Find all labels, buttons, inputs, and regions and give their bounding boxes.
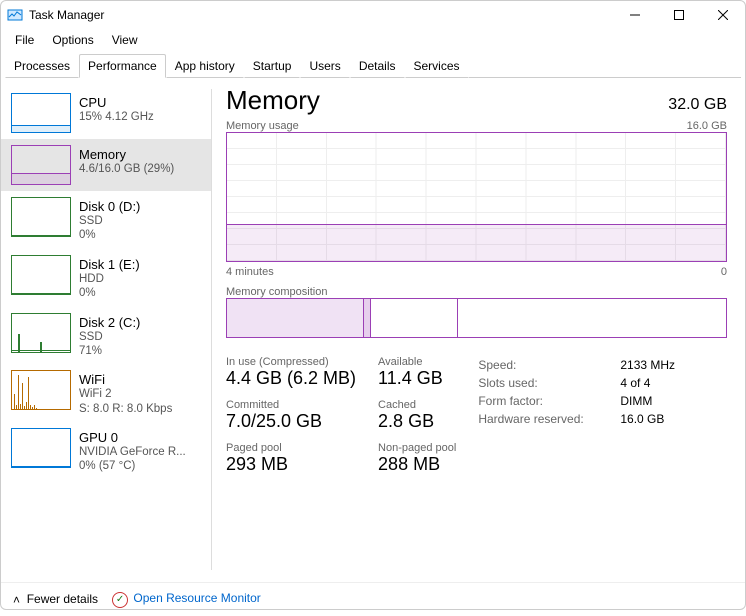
titlebar: Task Manager	[1, 1, 745, 29]
hw-key: Hardware reserved:	[478, 410, 596, 428]
sidebar-item-wifi[interactable]: WiFi WiFi 2 S: 8.0 R: 8.0 Kbps	[1, 364, 211, 422]
tab-apphistory[interactable]: App history	[166, 54, 244, 78]
sidebar-item-gpu[interactable]: GPU 0 NVIDIA GeForce R... 0% (57 °C)	[1, 422, 211, 480]
tab-startup[interactable]: Startup	[244, 54, 301, 78]
memory-usage-chart[interactable]	[226, 132, 727, 262]
fewer-details-button[interactable]: ˄ Fewer details	[13, 592, 98, 606]
memory-thumb	[11, 145, 71, 185]
form-val: DIMM	[620, 392, 652, 410]
wifi-sub2: S: 8.0 R: 8.0 Kbps	[79, 402, 172, 416]
capacity-label: 32.0 GB	[668, 96, 727, 114]
tab-performance[interactable]: Performance	[79, 54, 166, 78]
window-controls	[613, 1, 745, 29]
time-axis-right: 0	[721, 266, 727, 278]
committed-label: Committed	[226, 399, 356, 411]
gpu-sub2: 0% (57 °C)	[79, 459, 186, 473]
speed-key: Speed:	[478, 356, 596, 374]
memory-sub: 4.6/16.0 GB (29%)	[79, 162, 174, 176]
orm-label: Open Resource Monitor	[133, 591, 260, 605]
sidebar-item-disk1[interactable]: Disk 1 (E:) HDD 0%	[1, 249, 211, 307]
gpu-sub1: NVIDIA GeForce R...	[79, 445, 186, 459]
disk1-sub1: HDD	[79, 272, 140, 286]
menu-options[interactable]: Options	[44, 31, 101, 49]
spec-table: Speed: 2133 MHz Slots used: 4 of 4 Form fa…	[478, 356, 675, 485]
inuse-label: In use (Compressed)	[226, 356, 356, 368]
paged-value: 293 MB	[226, 454, 356, 475]
disk2-sub2: 71%	[79, 344, 140, 358]
sidebar-item-cpu[interactable]: CPU 15% 4.12 GHz	[1, 87, 211, 139]
menu-file[interactable]: File	[7, 31, 42, 49]
maximize-button[interactable]	[657, 1, 701, 29]
app-icon	[7, 7, 23, 23]
cpu-title: CPU	[79, 95, 154, 110]
form-key: Form factor:	[478, 392, 596, 410]
gpu-title: GPU 0	[79, 430, 186, 445]
disk2-thumb	[11, 313, 71, 353]
disk0-sub1: SSD	[79, 214, 140, 228]
close-button[interactable]	[701, 1, 745, 29]
cached-label: Cached	[378, 399, 456, 411]
content: CPU 15% 4.12 GHz Memory 4.6/16.0 GB (29%…	[1, 77, 745, 582]
memory-composition-chart[interactable]	[226, 298, 727, 338]
tab-users[interactable]: Users	[300, 54, 349, 78]
comp-free	[458, 299, 726, 337]
inuse-value: 4.4 GB (6.2 MB)	[226, 368, 356, 389]
disk2-sub1: SSD	[79, 330, 140, 344]
cpu-sub: 15% 4.12 GHz	[79, 110, 154, 124]
footer: ˄ Fewer details ✓ Open Resource Monitor	[1, 582, 745, 616]
usage-chart-max: 16.0 GB	[687, 120, 727, 132]
tab-bar: Processes Performance App history Startu…	[1, 53, 745, 77]
gpu-thumb	[11, 428, 71, 468]
slots-val: 4 of 4	[620, 374, 650, 392]
disk1-thumb	[11, 255, 71, 295]
nonpaged-value: 288 MB	[378, 454, 456, 475]
tab-processes[interactable]: Processes	[5, 54, 79, 78]
paged-label: Paged pool	[226, 442, 356, 454]
disk0-title: Disk 0 (D:)	[79, 199, 140, 214]
menu-view[interactable]: View	[104, 31, 146, 49]
tab-services[interactable]: Services	[405, 54, 469, 78]
disk2-title: Disk 2 (C:)	[79, 315, 140, 330]
time-axis-left: 4 minutes	[226, 266, 274, 278]
fewer-details-label: Fewer details	[27, 592, 98, 606]
hw-val: 16.0 GB	[620, 410, 664, 428]
sidebar-item-disk0[interactable]: Disk 0 (D:) SSD 0%	[1, 191, 211, 249]
disk0-sub2: 0%	[79, 228, 140, 242]
slots-key: Slots used:	[478, 374, 596, 392]
wifi-sub1: WiFi 2	[79, 387, 172, 401]
minimize-button[interactable]	[613, 1, 657, 29]
window-title: Task Manager	[29, 8, 104, 22]
disk1-sub2: 0%	[79, 286, 140, 300]
available-value: 11.4 GB	[378, 368, 456, 389]
resource-monitor-icon: ✓	[112, 592, 128, 608]
page-title: Memory	[226, 85, 320, 116]
wifi-title: WiFi	[79, 372, 172, 387]
nonpaged-label: Non-paged pool	[378, 442, 456, 454]
disk0-thumb	[11, 197, 71, 237]
cpu-thumb	[11, 93, 71, 133]
tab-details[interactable]: Details	[350, 54, 405, 78]
committed-value: 7.0/25.0 GB	[226, 411, 356, 432]
wifi-thumb	[11, 370, 71, 410]
speed-val: 2133 MHz	[620, 356, 675, 374]
memory-title: Memory	[79, 147, 174, 162]
divider	[211, 89, 212, 570]
sidebar-item-memory[interactable]: Memory 4.6/16.0 GB (29%)	[1, 139, 211, 191]
sidebar-item-disk2[interactable]: Disk 2 (C:) SSD 71%	[1, 307, 211, 365]
available-label: Available	[378, 356, 456, 368]
comp-standby	[371, 299, 458, 337]
disk1-title: Disk 1 (E:)	[79, 257, 140, 272]
open-resource-monitor-link[interactable]: ✓ Open Resource Monitor	[112, 591, 261, 608]
composition-label: Memory composition	[226, 286, 327, 298]
menubar: File Options View	[1, 29, 745, 53]
usage-chart-label: Memory usage	[226, 120, 299, 132]
sidebar: CPU 15% 4.12 GHz Memory 4.6/16.0 GB (29%…	[1, 77, 211, 582]
main-panel: Memory 32.0 GB Memory usage 16.0 GB 4 mi…	[216, 77, 745, 582]
comp-inuse	[227, 299, 364, 337]
cached-value: 2.8 GB	[378, 411, 456, 432]
chevron-up-icon: ˄	[13, 593, 20, 607]
